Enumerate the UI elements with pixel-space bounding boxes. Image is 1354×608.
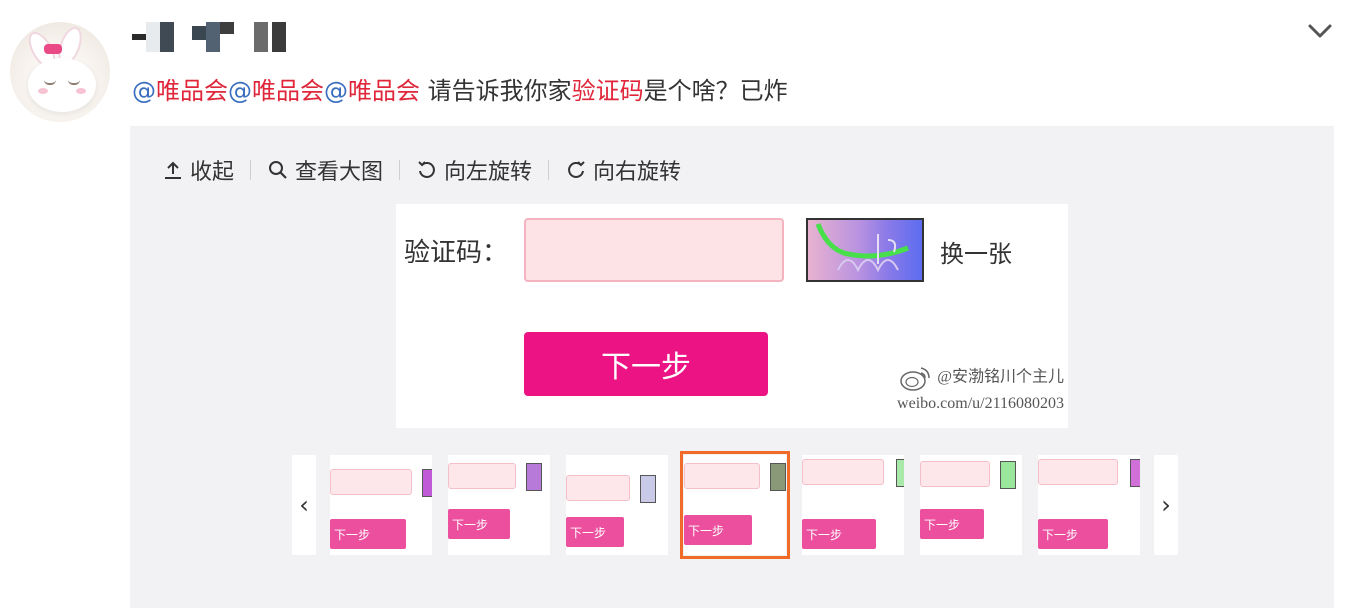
watermark-handle: @安渤铭川个主儿 xyxy=(937,368,1064,386)
collapse-button[interactable]: 收起 xyxy=(162,154,234,186)
avatar-blush xyxy=(38,88,48,94)
thumbnail-captcha-preview xyxy=(526,463,542,491)
collapse-icon xyxy=(165,161,181,179)
media-toolbar: 收起 查看大图 向左旋转 向右旋转 xyxy=(162,154,681,186)
rotate-right-label: 向右旋转 xyxy=(593,160,682,185)
prev-thumbnail-button[interactable]: ‹ xyxy=(292,455,316,555)
captcha-label: 验证码： xyxy=(404,238,509,268)
thumbnail[interactable]: 下一步 xyxy=(1038,455,1140,555)
mention-link[interactable]: @唯品会 xyxy=(228,77,324,105)
captcha-scribble xyxy=(815,223,909,273)
thumbnail-button-preview: 下一步 xyxy=(684,515,752,545)
captcha-image xyxy=(806,218,924,282)
thumbnail-button-preview: 下一步 xyxy=(802,519,876,549)
thumbnail[interactable]: 下一步 xyxy=(566,455,668,555)
thumbnail-input-preview xyxy=(1038,459,1118,485)
rotate-right-icon xyxy=(568,161,585,178)
post-text-part: 是个啥？已炸 xyxy=(643,77,788,105)
thumbnail-input-preview xyxy=(920,461,990,487)
thumbnail-captcha-preview xyxy=(1000,461,1016,489)
thumbnail-captcha-preview xyxy=(896,459,904,487)
next-step-button: 下一步 xyxy=(524,332,768,396)
refresh-captcha-link: 换一张 xyxy=(940,240,1012,268)
weibo-logo-icon xyxy=(900,367,930,391)
thumbnail-input-preview xyxy=(802,459,884,485)
media-viewer: 收起 查看大图 向左旋转 向右旋转 验证码： 换一张 下一步 @安渤铭川个主儿 … xyxy=(130,126,1334,608)
rotate-right-button[interactable]: 向右旋转 xyxy=(565,154,681,186)
view-large-label: 查看大图 xyxy=(295,160,384,185)
thumbnail[interactable]: 下一步 xyxy=(680,451,790,559)
username-pixelated[interactable] xyxy=(132,22,286,54)
view-large-button[interactable]: 查看大图 xyxy=(267,154,383,186)
thumbnail-button-preview: 下一步 xyxy=(920,509,984,539)
rotate-left-label: 向左旋转 xyxy=(444,160,533,185)
mention-link[interactable]: @唯品会 xyxy=(132,77,228,105)
thumbnail[interactable]: 下一步 xyxy=(802,455,904,555)
thumbnail-captcha-preview xyxy=(1130,459,1140,487)
avatar-face xyxy=(28,58,96,112)
thumbnail-button-preview: 下一步 xyxy=(448,509,510,539)
avatar-blush xyxy=(76,88,86,94)
thumbnail-captcha-preview xyxy=(770,463,786,491)
toolbar-divider xyxy=(399,160,401,180)
search-icon xyxy=(269,161,287,179)
toolbar-divider xyxy=(548,160,550,180)
post-text-highlight: 验证码 xyxy=(571,77,644,105)
next-thumbnail-button[interactable]: › xyxy=(1154,455,1178,555)
weibo-watermark: @安渤铭川个主儿 weibo.com/u/2116080203 xyxy=(834,364,1064,416)
thumbnail[interactable]: 下一步 xyxy=(448,455,550,555)
thumbnail-button-preview: 下一步 xyxy=(566,517,624,547)
toolbar-divider xyxy=(250,160,252,180)
thumbnail-button-preview: 下一步 xyxy=(330,519,406,549)
thumbnail-captcha-preview xyxy=(640,475,656,503)
thumbnail-input-preview xyxy=(330,469,412,495)
thumbnail-button-preview: 下一步 xyxy=(1038,519,1108,549)
thumbnail-strip: ‹ 下一步 下一步 下一步 下一步 下一步 下一步 下一步 › xyxy=(292,451,1178,559)
avatar-bow xyxy=(44,44,62,54)
post-text-part: 请告诉我你家 xyxy=(420,77,572,105)
collapse-label: 收起 xyxy=(190,160,235,185)
thumbnail-input-preview xyxy=(684,463,760,489)
thumbnail-list: 下一步 下一步 下一步 下一步 下一步 下一步 下一步 xyxy=(330,451,1140,559)
thumbnail-input-preview xyxy=(448,463,516,489)
chevron-down-icon[interactable] xyxy=(1306,16,1334,44)
watermark-url: weibo.com/u/2116080203 xyxy=(897,395,1064,412)
avatar[interactable] xyxy=(10,22,110,122)
mention-link[interactable]: @唯品会 xyxy=(324,77,420,105)
rotate-left-button[interactable]: 向左旋转 xyxy=(416,154,532,186)
thumbnail[interactable]: 下一步 xyxy=(920,455,1022,555)
thumbnail-input-preview xyxy=(566,475,630,501)
main-image[interactable]: 验证码： 换一张 下一步 @安渤铭川个主儿 weibo.com/u/211608… xyxy=(396,204,1068,428)
thumbnail-captcha-preview xyxy=(422,469,432,497)
rotate-left-icon xyxy=(418,161,435,178)
post-text: @唯品会@唯品会@唯品会 请告诉我你家验证码是个啥？已炸 xyxy=(132,74,788,108)
captcha-input xyxy=(524,218,784,282)
thumbnail[interactable]: 下一步 xyxy=(330,455,432,555)
